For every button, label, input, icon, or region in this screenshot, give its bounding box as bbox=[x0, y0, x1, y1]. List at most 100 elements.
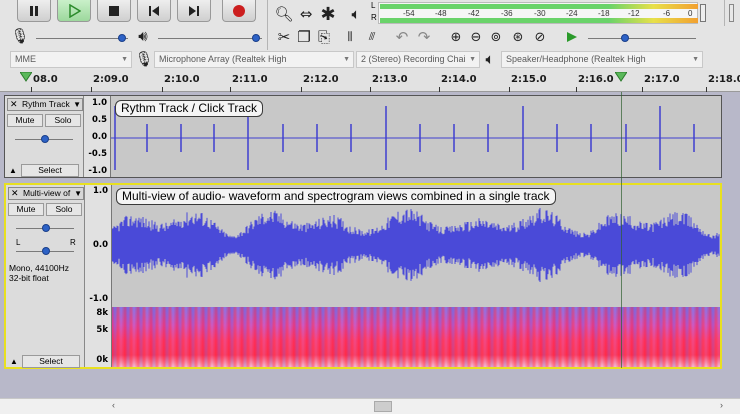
mute-button[interactable]: Mute bbox=[8, 203, 44, 216]
zoom-toggle-icon: ⊘ bbox=[534, 29, 546, 45]
recording-volume-knob[interactable] bbox=[118, 34, 126, 42]
meter-tick-label: 0 bbox=[688, 9, 693, 18]
meter-tick-label: -18 bbox=[598, 9, 610, 18]
chevron-down-icon[interactable]: ▼ bbox=[74, 188, 82, 199]
track-title-label: Multi-view of audio- waveform and spectr… bbox=[116, 188, 556, 205]
select-button[interactable]: Select bbox=[22, 355, 80, 368]
mute-button[interactable]: Mute bbox=[7, 114, 43, 127]
meter-end-handle[interactable] bbox=[700, 4, 706, 22]
meter-extra-handle[interactable] bbox=[729, 4, 734, 22]
play-speed-track[interactable] bbox=[588, 38, 696, 39]
play-button[interactable] bbox=[57, 0, 91, 22]
collapse-icon[interactable]: ▲ bbox=[10, 357, 18, 366]
zoom-tool-button[interactable]: 🔍︎ bbox=[274, 4, 294, 24]
stop-button[interactable] bbox=[97, 0, 131, 22]
play-speed-knob[interactable] bbox=[621, 34, 629, 42]
meter-tick-label: -36 bbox=[501, 9, 513, 18]
fit-project-button[interactable]: ⊛ bbox=[508, 27, 528, 47]
playhead-marker-icon[interactable] bbox=[20, 72, 32, 82]
scroll-right-icon[interactable]: › bbox=[720, 400, 723, 410]
magnifier-icon: 🔍︎ bbox=[274, 5, 294, 23]
amplitude-label: -1.0 bbox=[89, 294, 108, 304]
microphone-icon: 🎙︎ bbox=[134, 50, 154, 68]
redo-button[interactable]: ↷ bbox=[414, 27, 434, 47]
playback-volume-icon-button: 🔊︎ bbox=[133, 26, 153, 46]
close-icon[interactable]: ✕ bbox=[10, 99, 18, 110]
playback-volume-knob[interactable] bbox=[252, 34, 260, 42]
rythm-track[interactable]: ✕ Rythm Track ▼ Mute Solo ▲ Select 1.0 0… bbox=[4, 95, 722, 178]
meter-right-label: R bbox=[371, 13, 377, 22]
multi-tool-button[interactable]: ✱ bbox=[318, 4, 338, 25]
gain-slider-knob[interactable] bbox=[42, 224, 50, 232]
zoom-toggle-button[interactable]: ⊘ bbox=[530, 27, 550, 47]
chevron-down-icon[interactable]: ▼ bbox=[73, 99, 81, 110]
copy-icon: ❐ bbox=[297, 28, 311, 46]
gain-slider-knob[interactable] bbox=[41, 135, 49, 143]
select-button[interactable]: Select bbox=[21, 164, 79, 177]
meter-left-label: L bbox=[371, 1, 376, 10]
timeline-tick-label: 2:09.0 bbox=[93, 74, 129, 85]
zoom-in-button[interactable]: ⊕ bbox=[446, 27, 466, 47]
recording-channels-value: 2 (Stereo) Recording Chai bbox=[361, 54, 466, 64]
pause-button[interactable] bbox=[17, 0, 51, 22]
chevron-down-icon: ▼ bbox=[692, 56, 699, 63]
speaker-icon: 🔈︎ bbox=[485, 50, 495, 68]
record-icon bbox=[233, 4, 245, 17]
timeline-tick-label: 2:14.0 bbox=[441, 74, 477, 85]
record-button[interactable] bbox=[222, 0, 256, 22]
scrollbar-thumb[interactable] bbox=[374, 401, 392, 412]
cut-button[interactable]: ✂ bbox=[274, 27, 294, 47]
playhead-marker-icon[interactable] bbox=[615, 72, 627, 82]
fit-project-icon: ⊛ bbox=[512, 29, 524, 45]
trim-button[interactable]: ⫼ bbox=[340, 27, 360, 47]
multi-view-track[interactable]: ✕ Multi-view of ▼ Mute Solo L R Mono, 44… bbox=[4, 183, 722, 369]
skip-to-end-button[interactable] bbox=[177, 0, 211, 22]
meter-tick-label: -42 bbox=[468, 9, 480, 18]
timeline-tick-label: 2:16.0 bbox=[578, 74, 614, 85]
timeline-tick-label: 2:11.0 bbox=[232, 74, 268, 85]
redo-icon: ↷ bbox=[417, 28, 431, 46]
spectrogram-texture bbox=[112, 307, 720, 367]
silence-button[interactable]: ⫻ bbox=[362, 27, 382, 47]
scroll-left-icon[interactable]: ‹ bbox=[112, 400, 115, 410]
amplitude-label: 1.0 bbox=[92, 186, 108, 196]
track-title-label: Rythm Track / Click Track bbox=[115, 100, 264, 117]
copy-button[interactable]: ❐ bbox=[294, 27, 314, 47]
fit-selection-button[interactable]: ⊚ bbox=[486, 27, 506, 47]
meter-scale: -54 -48 -42 -36 -30 -24 -18 -12 -6 0 bbox=[379, 9, 697, 18]
pan-right-label: R bbox=[70, 238, 76, 247]
paste-icon: ⎘ bbox=[317, 28, 330, 46]
play-at-speed-button[interactable] bbox=[562, 27, 582, 47]
playback-volume-track[interactable] bbox=[158, 38, 262, 39]
record-meter-button[interactable]: 🔈︎ bbox=[346, 4, 366, 24]
close-icon[interactable]: ✕ bbox=[11, 188, 19, 199]
collapse-icon[interactable]: ▲ bbox=[9, 166, 17, 175]
recording-device-select[interactable]: Microphone Array (Realtek High ▼ bbox=[154, 51, 354, 68]
track-name: Rythm Track bbox=[22, 99, 70, 109]
time-shift-tool-button[interactable]: ⇔ bbox=[296, 4, 316, 24]
track-control-panel: ✕ Multi-view of ▼ Mute Solo L R Mono, 44… bbox=[6, 185, 85, 368]
spectrogram-view[interactable] bbox=[112, 307, 720, 367]
skip-to-start-button[interactable] bbox=[137, 0, 171, 22]
horizontal-scrollbar[interactable]: ‹ › bbox=[0, 398, 740, 414]
track-name-bar[interactable]: ✕ Rythm Track ▼ bbox=[7, 98, 83, 111]
recording-device-icon: 🎙︎ bbox=[134, 49, 154, 69]
amplitude-ruler[interactable]: 1.0 0.0 -1.0 8k 5k 0k bbox=[85, 185, 112, 367]
recording-volume-track[interactable] bbox=[36, 38, 128, 39]
zoom-out-button[interactable]: ⊖ bbox=[466, 27, 486, 47]
playback-device-select[interactable]: Speaker/Headphone (Realtek High ▼ bbox=[501, 51, 703, 68]
amplitude-ruler[interactable]: 1.0 0.5 0.0 -0.5 -1.0 bbox=[84, 96, 111, 177]
undo-button[interactable]: ↶ bbox=[392, 27, 412, 47]
track-name-bar[interactable]: ✕ Multi-view of ▼ bbox=[8, 187, 84, 200]
solo-button[interactable]: Solo bbox=[46, 203, 82, 216]
paste-button[interactable]: ⎘ bbox=[314, 27, 334, 47]
level-meter[interactable]: -54 -48 -42 -36 -30 -24 -18 -12 -6 0 bbox=[378, 2, 698, 24]
solo-button[interactable]: Solo bbox=[45, 114, 81, 127]
recording-channels-select[interactable]: 2 (Stereo) Recording Chai ▼ bbox=[356, 51, 480, 68]
stop-icon bbox=[109, 5, 119, 16]
timeline-ruler[interactable]: 08.0 2:09.0 2:10.0 2:11.0 2:12.0 2:13.0 … bbox=[0, 70, 740, 92]
pan-slider-knob[interactable] bbox=[42, 247, 50, 255]
audio-host-select[interactable]: MME ▼ bbox=[10, 51, 132, 68]
speaker-icon: 🔊︎ bbox=[138, 27, 148, 45]
pause-icon bbox=[30, 5, 38, 16]
